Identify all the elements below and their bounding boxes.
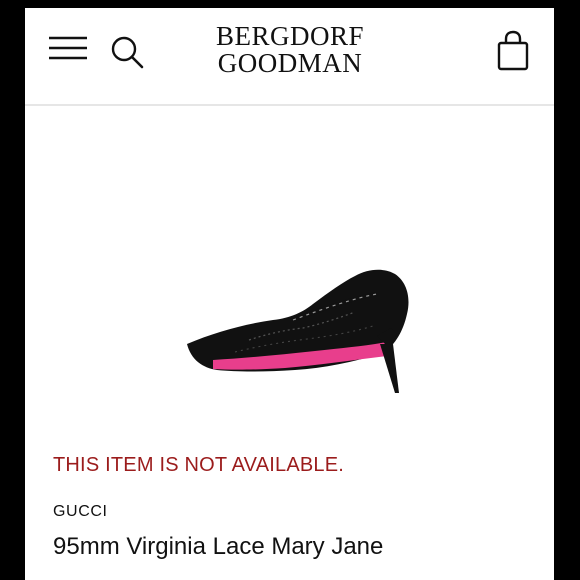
- search-icon[interactable]: [109, 34, 145, 70]
- product-page: BERGDORF GOODMAN THIS ITEM IS NOT AVAILA…: [25, 8, 554, 580]
- logo-line-2: GOODMAN: [217, 48, 363, 78]
- bergdorf-goodman-logo[interactable]: BERGDORF GOODMAN: [215, 23, 365, 77]
- shoe-shape: [187, 269, 409, 393]
- site-header: BERGDORF GOODMAN: [25, 8, 554, 106]
- logo-line-1: BERGDORF: [215, 21, 365, 51]
- product-name: 95mm Virginia Lace Mary Jane: [53, 533, 384, 560]
- availability-message: THIS ITEM IS NOT AVAILABLE.: [53, 454, 345, 476]
- shopping-bag-icon[interactable]: [496, 30, 530, 72]
- product-brand[interactable]: GUCCI: [53, 503, 108, 521]
- hamburger-menu-icon[interactable]: [48, 36, 88, 60]
- product-shoe-image: [187, 269, 409, 393]
